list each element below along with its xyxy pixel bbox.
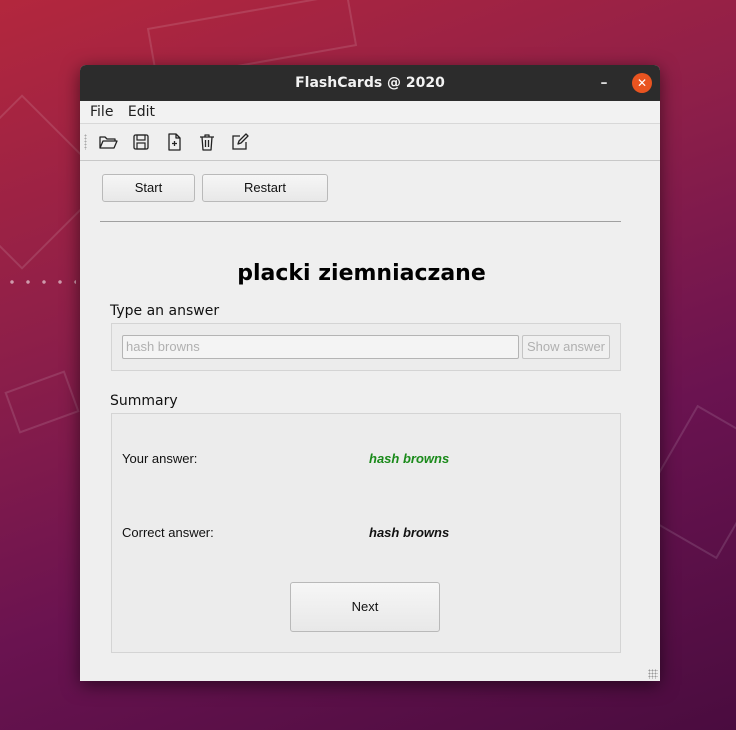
menu-edit[interactable]: Edit <box>124 101 159 123</box>
restart-button[interactable]: Restart <box>202 174 328 202</box>
save-icon[interactable] <box>131 132 151 152</box>
your-answer-value: hash browns <box>369 451 450 466</box>
correct-answer-value: hash browns <box>369 525 450 540</box>
divider <box>100 221 621 222</box>
window-title: FlashCards @ 2020 <box>295 75 445 91</box>
correct-answer-label: Correct answer: <box>122 525 214 540</box>
answer-input[interactable]: hash browns <box>122 335 519 359</box>
minimize-button[interactable]: – <box>594 73 614 93</box>
resize-grip[interactable] <box>648 669 658 679</box>
new-file-icon[interactable] <box>164 132 184 152</box>
summary-group: Your answer: hash browns Correct answer:… <box>111 413 621 653</box>
open-folder-icon[interactable] <box>98 132 118 152</box>
menu-bar: File Edit <box>80 101 660 123</box>
app-window: FlashCards @ 2020 – ✕ File Edit Start Re… <box>80 65 660 681</box>
answer-section-label: Type an answer <box>110 303 220 319</box>
delete-icon[interactable] <box>197 132 217 152</box>
your-answer-label: Your answer: <box>122 451 198 466</box>
main-content: Start Restart placki ziemniaczane Type a… <box>80 161 660 681</box>
next-button[interactable]: Next <box>290 582 440 632</box>
edit-icon[interactable] <box>230 132 250 152</box>
summary-section-label: Summary <box>110 393 178 409</box>
toolbar-grip[interactable] <box>84 134 87 150</box>
flashcard-word: placki ziemniaczane <box>237 261 486 286</box>
close-button[interactable]: ✕ <box>632 73 652 93</box>
menu-file[interactable]: File <box>86 101 117 123</box>
answer-group: hash browns Show answer <box>111 323 621 371</box>
start-button[interactable]: Start <box>102 174 195 202</box>
wallpaper-dots <box>4 274 76 292</box>
title-bar[interactable]: FlashCards @ 2020 – ✕ <box>80 65 660 101</box>
wallpaper-shape <box>4 370 80 434</box>
toolbar <box>80 123 660 161</box>
show-answer-button[interactable]: Show answer <box>522 335 610 359</box>
